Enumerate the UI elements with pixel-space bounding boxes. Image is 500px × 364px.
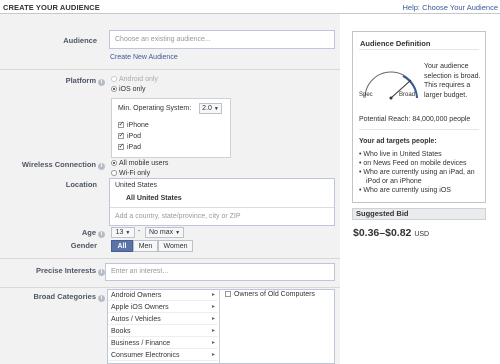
- divider: [0, 258, 340, 259]
- divider: [0, 69, 340, 70]
- list-item[interactable]: Android Owners ▸: [108, 290, 218, 301]
- age-max-select[interactable]: No max ▼: [145, 227, 184, 238]
- audience-definition-panel: Audience Definition Spec Broad Your audi…: [352, 31, 486, 203]
- location-box[interactable]: United States All United States Add a co…: [109, 178, 335, 226]
- list-item[interactable]: Consumer Electronics ▸: [108, 350, 218, 361]
- gender-all-button[interactable]: All: [111, 240, 133, 252]
- suggested-bid-range: $0.36–$0.82 USD: [353, 227, 430, 239]
- list-item: • on News Feed on mobile devices: [359, 160, 467, 167]
- age-dash: -: [138, 228, 141, 235]
- info-icon: i: [98, 79, 105, 86]
- location-country: United States: [115, 182, 158, 189]
- list-item: • Who are currently using iOS: [359, 187, 451, 194]
- meter-left-label: Spec: [359, 92, 373, 98]
- list-item[interactable]: Books ▸: [108, 326, 218, 337]
- wireless-label: Wireless Connection i: [0, 160, 105, 170]
- panel-title: Audience Definition: [360, 39, 431, 48]
- chevron-right-icon: ▸: [211, 328, 215, 334]
- chevron-right-icon: ▸: [211, 304, 215, 310]
- info-icon: i: [98, 163, 105, 170]
- selected-category-checkbox[interactable]: Owners of Old Computers: [225, 291, 315, 298]
- wireless-all-radio[interactable]: All mobile users: [111, 160, 168, 167]
- audience-description: Your audience selection is broad. This r…: [424, 63, 481, 99]
- ios-options-panel: Min. Operating System: 2.0 ▼ iPhone iPod…: [111, 98, 231, 158]
- info-icon: i: [98, 231, 105, 238]
- list-item[interactable]: Business / Finance ▸: [108, 338, 218, 349]
- platform-label: Platform i: [0, 76, 105, 86]
- list-item[interactable]: Apple iOS Owners ▸: [108, 302, 218, 313]
- meter-right-label: Broad: [399, 92, 416, 98]
- chevron-right-icon: ▸: [211, 292, 215, 298]
- info-icon: i: [98, 295, 105, 302]
- gender-men-button[interactable]: Men: [133, 240, 158, 252]
- audience-label: Audience: [63, 36, 97, 45]
- targets-title: Your ad targets people:: [359, 138, 437, 145]
- chevron-down-icon: ▼: [175, 230, 181, 236]
- chevron-right-icon: ▸: [211, 316, 215, 322]
- device-iphone-checkbox[interactable]: iPhone: [118, 120, 149, 129]
- min-os-label: Min. Operating System:: [118, 105, 192, 112]
- platform-android-radio[interactable]: Android only: [111, 76, 158, 83]
- gender-label: Gender: [70, 241, 97, 250]
- info-icon: i: [98, 269, 105, 276]
- device-ipod-checkbox[interactable]: iPod: [118, 131, 141, 140]
- targets-list: • Who live in United States • on News Fe…: [359, 150, 481, 195]
- chevron-down-icon: ▼: [213, 106, 219, 112]
- age-min-select[interactable]: 13 ▼: [111, 227, 135, 238]
- age-label: Age i: [0, 228, 105, 238]
- divider: [0, 287, 340, 288]
- wireless-wifi-radio[interactable]: Wi-Fi only: [111, 170, 150, 177]
- form-area: Audience Choose an existing audience... …: [0, 14, 340, 364]
- page-title: CREATE YOUR AUDIENCE: [3, 3, 100, 12]
- audience-input[interactable]: Choose an existing audience...: [109, 30, 335, 49]
- list-item: • Who are currently using an iPad, an iP…: [359, 169, 475, 185]
- list-item[interactable]: Autos / Vehicles ▸: [108, 314, 218, 325]
- chevron-right-icon: ▸: [211, 340, 215, 346]
- potential-reach: Potential Reach: 84,000,000 people: [359, 116, 471, 123]
- interests-input[interactable]: Enter an interest...: [105, 263, 335, 281]
- platform-ios-radio[interactable]: iOS only: [111, 86, 145, 93]
- suggested-bid-header: Suggested Bid: [352, 208, 486, 220]
- help-link[interactable]: Help: Choose Your Audience: [403, 3, 499, 12]
- precise-interests-label: Precise Interests i: [0, 266, 105, 276]
- create-audience-link[interactable]: Create New Audience: [110, 54, 178, 61]
- broad-categories-label: Broad Categories i: [0, 292, 105, 302]
- gender-women-button[interactable]: Women: [158, 240, 193, 252]
- device-ipad-checkbox[interactable]: iPad: [118, 142, 141, 151]
- location-label: Location: [65, 180, 97, 189]
- chevron-down-icon: ▼: [125, 230, 131, 236]
- min-os-select[interactable]: 2.0 ▼: [199, 103, 222, 114]
- list-item: • Who live in United States: [359, 151, 442, 158]
- location-input[interactable]: Add a country, state/province, city or Z…: [115, 213, 241, 220]
- chevron-right-icon: ▸: [211, 352, 215, 358]
- location-scope: All United States: [126, 195, 182, 202]
